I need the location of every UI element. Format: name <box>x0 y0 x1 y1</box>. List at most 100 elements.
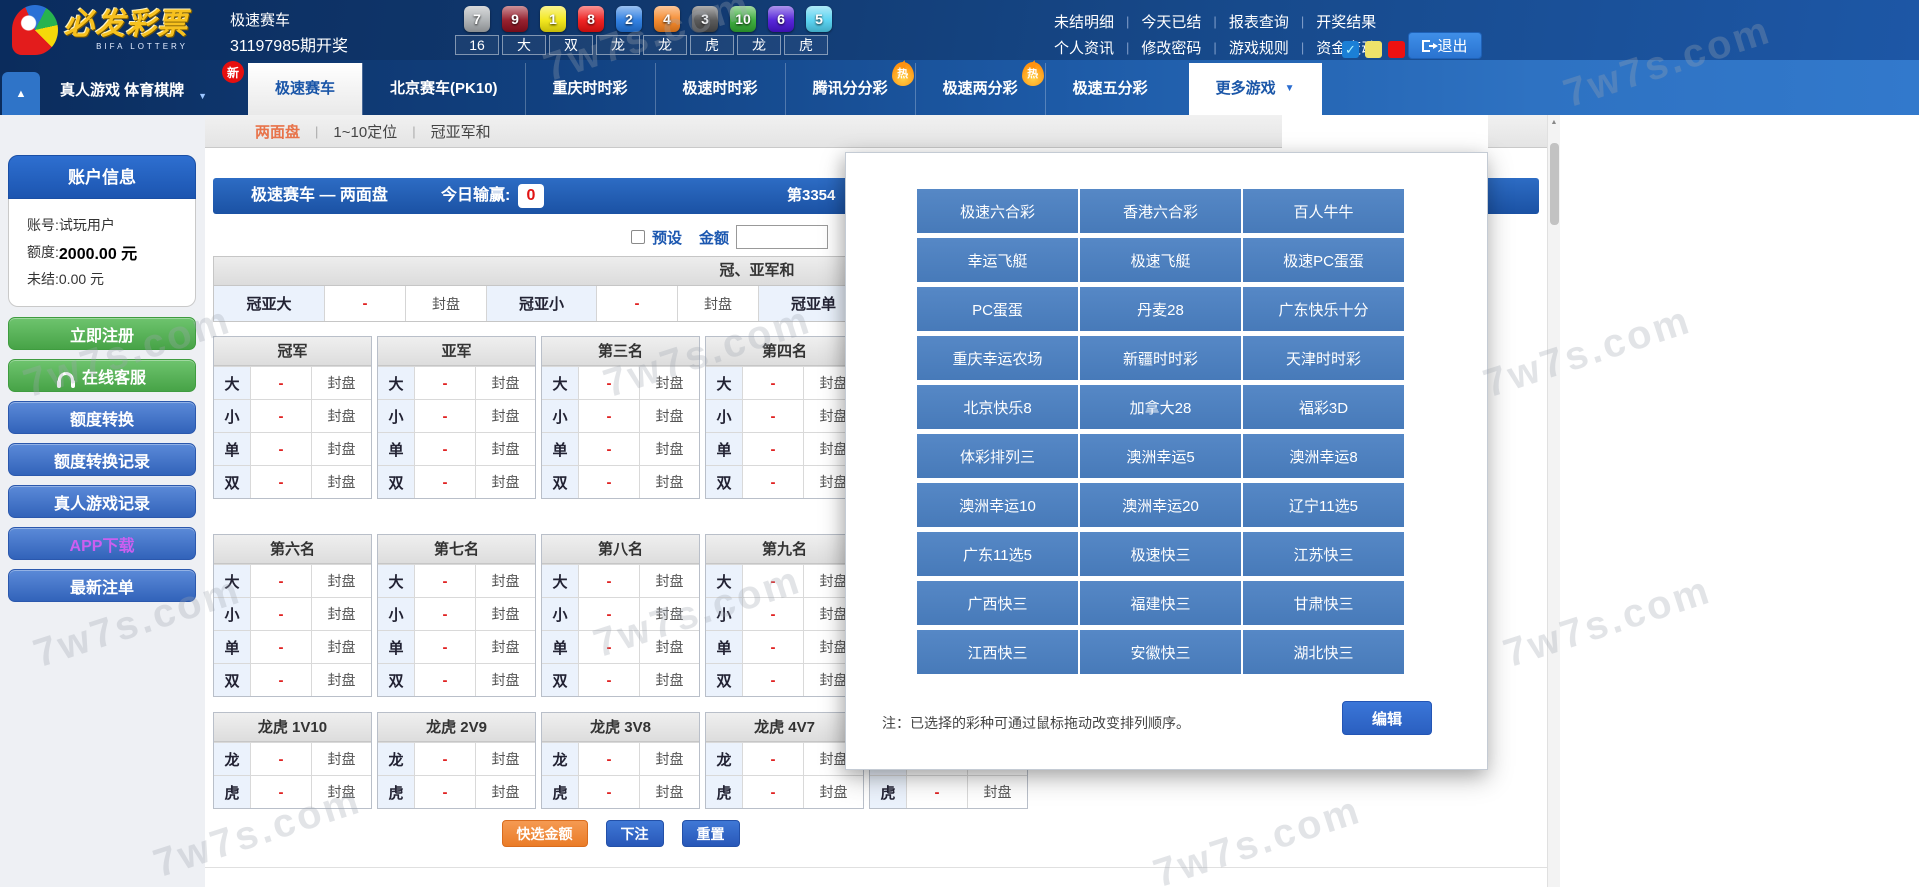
logout-button[interactable]: 退出 <box>1408 32 1482 59</box>
game-丹麦28[interactable]: 丹麦28 <box>1080 287 1241 331</box>
breadcrumb-item[interactable]: 两面盘 <box>255 121 300 142</box>
tab-更多游戏[interactable]: 更多游戏▼ <box>1189 63 1322 115</box>
header-menu-link[interactable]: 游戏规则 <box>1217 37 1301 58</box>
header-menu-link[interactable]: 今天已结 <box>1129 11 1213 32</box>
header-menu-link[interactable]: 报表查询 <box>1217 11 1301 32</box>
game-北京快乐8[interactable]: 北京快乐8 <box>917 385 1078 429</box>
game-加拿大28[interactable]: 加拿大28 <box>1080 385 1241 429</box>
bet-odds[interactable]: - <box>414 367 475 399</box>
bet-odds[interactable]: - <box>414 598 475 630</box>
bet-odds[interactable]: - <box>742 598 803 630</box>
bet-odds[interactable]: - <box>414 400 475 432</box>
bet-odds[interactable]: - <box>742 776 803 808</box>
bet-odds[interactable]: - <box>742 631 803 663</box>
bet-odds[interactable]: - <box>578 565 639 597</box>
tab-北京赛车(PK10)[interactable]: 北京赛车(PK10) <box>362 63 525 115</box>
bet-odds[interactable]: - <box>414 466 475 498</box>
bet-odds[interactable]: - <box>414 433 475 465</box>
sidebar-button-最新注单[interactable]: 最新注单 <box>8 569 196 602</box>
bet-odds[interactable]: - <box>578 631 639 663</box>
tab-极速赛车[interactable]: 极速赛车 <box>248 63 362 115</box>
sidebar-button-立即注册[interactable]: 立即注册 <box>8 317 196 350</box>
game-广西快三[interactable]: 广西快三 <box>917 581 1078 625</box>
header-menu-link[interactable]: 未结明细 <box>1042 11 1126 32</box>
game-澳洲幸运8[interactable]: 澳洲幸运8 <box>1243 434 1404 478</box>
game-广东快乐十分[interactable]: 广东快乐十分 <box>1243 287 1404 331</box>
bet-odds[interactable]: - <box>250 743 311 775</box>
bet-odds[interactable]: - <box>414 743 475 775</box>
bet-odds[interactable]: - <box>250 631 311 663</box>
header-menu-link[interactable]: 修改密码 <box>1129 37 1213 58</box>
bet-odds[interactable]: - <box>414 631 475 663</box>
bet-odds[interactable]: - <box>324 286 405 321</box>
bet-odds[interactable]: - <box>578 466 639 498</box>
bet-odds[interactable]: - <box>250 664 311 696</box>
bet-odds[interactable]: - <box>578 367 639 399</box>
scrollbar-up-icon[interactable]: ▲ <box>1548 115 1560 129</box>
bet-odds[interactable]: - <box>578 743 639 775</box>
bet-odds[interactable]: - <box>742 743 803 775</box>
vertical-scrollbar[interactable]: ▲ <box>1547 115 1560 887</box>
bet-odds[interactable]: - <box>578 776 639 808</box>
tab-极速两分彩[interactable]: 极速两分彩热 <box>915 63 1045 115</box>
game-广东11选5[interactable]: 广东11选5 <box>917 532 1078 576</box>
color-swatch[interactable] <box>1365 41 1382 58</box>
bet-odds[interactable]: - <box>596 286 677 321</box>
game-重庆幸运农场[interactable]: 重庆幸运农场 <box>917 336 1078 380</box>
game-福彩3D[interactable]: 福彩3D <box>1243 385 1404 429</box>
header-menu-link[interactable]: 开奖结果 <box>1304 11 1388 32</box>
game-百人牛牛[interactable]: 百人牛牛 <box>1243 189 1404 233</box>
game-极速六合彩[interactable]: 极速六合彩 <box>917 189 1078 233</box>
bet-odds[interactable]: - <box>414 565 475 597</box>
preset-checkbox[interactable] <box>631 230 645 244</box>
tab-极速五分彩[interactable]: 极速五分彩 <box>1045 63 1175 115</box>
scrollbar-thumb[interactable] <box>1550 143 1559 225</box>
edit-button[interactable]: 编辑 <box>1342 701 1432 735</box>
sidebar-button-真人游戏记录[interactable]: 真人游戏记录 <box>8 485 196 518</box>
bet-odds[interactable]: - <box>578 433 639 465</box>
color-swatch[interactable] <box>1388 41 1405 58</box>
bet-odds[interactable]: - <box>250 598 311 630</box>
tab-极速时时彩[interactable]: 极速时时彩 <box>655 63 785 115</box>
game-天津时时彩[interactable]: 天津时时彩 <box>1243 336 1404 380</box>
breadcrumb-item[interactable]: 1~10定位 <box>333 121 397 142</box>
game-福建快三[interactable]: 福建快三 <box>1080 581 1241 625</box>
bet-odds[interactable]: - <box>250 433 311 465</box>
bet-odds[interactable]: - <box>742 433 803 465</box>
nav-lobby-tab[interactable]: 真人游戏 体育棋牌 新 ▼ <box>60 63 207 115</box>
tab-腾讯分分彩[interactable]: 腾讯分分彩热 <box>785 63 915 115</box>
game-江西快三[interactable]: 江西快三 <box>917 630 1078 674</box>
site-logo[interactable]: 必发彩票 BIFA LOTTERY <box>12 2 222 58</box>
bet-odds[interactable]: - <box>742 565 803 597</box>
sidebar-button-额度转换记录[interactable]: 额度转换记录 <box>8 443 196 476</box>
collapse-button[interactable]: ▲ <box>2 72 40 115</box>
bet-odds[interactable]: - <box>906 776 967 808</box>
game-甘肃快三[interactable]: 甘肃快三 <box>1243 581 1404 625</box>
action-快选金额[interactable]: 快选金额 <box>502 820 588 847</box>
sidebar-button-额度转换[interactable]: 额度转换 <box>8 401 196 434</box>
game-幸运飞艇[interactable]: 幸运飞艇 <box>917 238 1078 282</box>
bet-odds[interactable]: - <box>742 466 803 498</box>
bet-odds[interactable]: - <box>578 598 639 630</box>
sidebar-button-APP下载[interactable]: APP下载 <box>8 527 196 560</box>
bet-odds[interactable]: - <box>250 466 311 498</box>
game-安徽快三[interactable]: 安徽快三 <box>1080 630 1241 674</box>
bet-odds[interactable]: - <box>578 664 639 696</box>
game-极速PC蛋蛋[interactable]: 极速PC蛋蛋 <box>1243 238 1404 282</box>
bet-odds[interactable]: - <box>742 664 803 696</box>
game-澳洲幸运10[interactable]: 澳洲幸运10 <box>917 483 1078 527</box>
game-湖北快三[interactable]: 湖北快三 <box>1243 630 1404 674</box>
action-重置[interactable]: 重置 <box>682 820 740 847</box>
bet-odds[interactable]: - <box>250 776 311 808</box>
game-极速飞艇[interactable]: 极速飞艇 <box>1080 238 1241 282</box>
bet-odds[interactable]: - <box>414 776 475 808</box>
action-下注[interactable]: 下注 <box>606 820 664 847</box>
game-香港六合彩[interactable]: 香港六合彩 <box>1080 189 1241 233</box>
sidebar-button-在线客服[interactable]: 在线客服 <box>8 359 196 392</box>
bet-odds[interactable]: - <box>742 367 803 399</box>
amount-input[interactable] <box>736 225 828 249</box>
game-澳洲幸运5[interactable]: 澳洲幸运5 <box>1080 434 1241 478</box>
game-体彩排列三[interactable]: 体彩排列三 <box>917 434 1078 478</box>
game-极速快三[interactable]: 极速快三 <box>1080 532 1241 576</box>
checked-checkbox[interactable]: ✓ <box>1342 41 1359 58</box>
